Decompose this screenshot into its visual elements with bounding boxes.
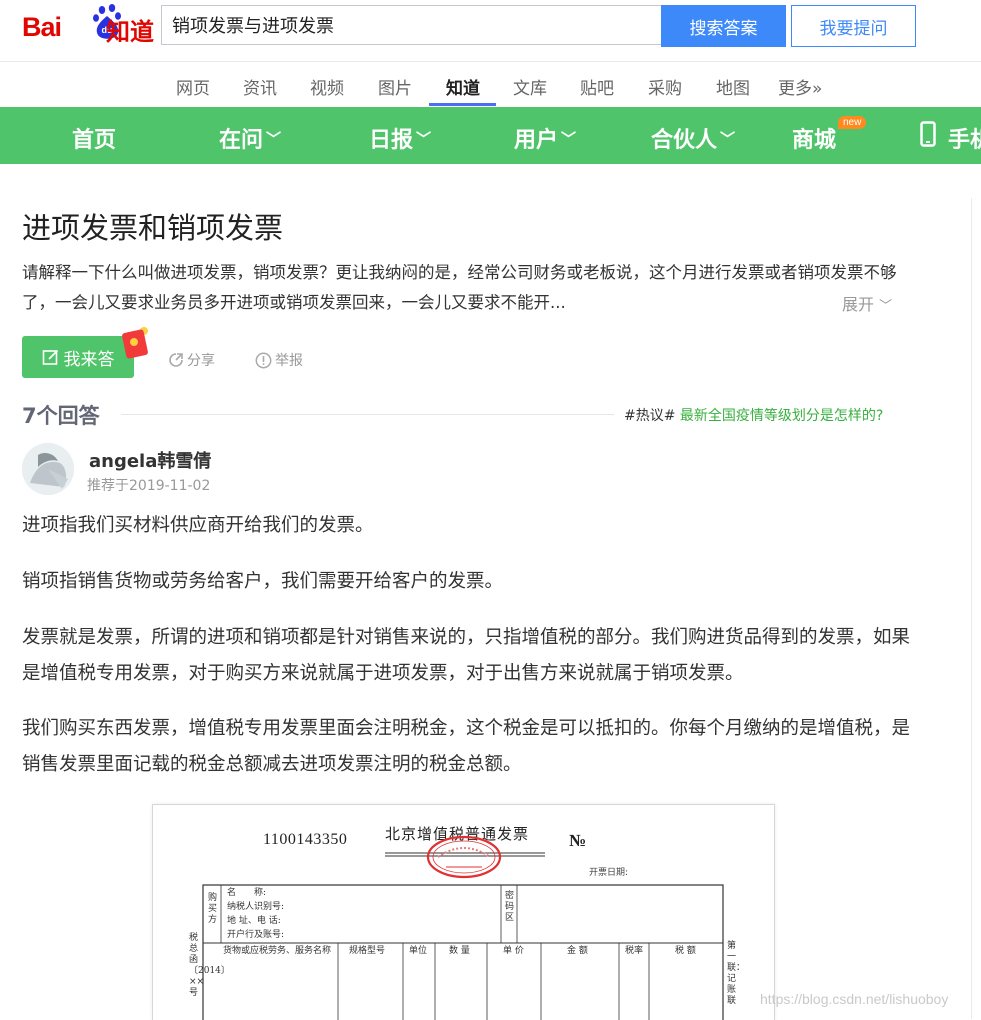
nav-partners[interactable]: 合伙人 ﹀ — [651, 122, 735, 154]
share-link[interactable]: 分享 — [168, 350, 215, 370]
chevron-down-icon: ﹀ — [720, 130, 736, 148]
red-packet-icon — [122, 327, 148, 359]
channel-video[interactable]: 视频 — [310, 74, 344, 99]
report-link[interactable]: 举报 — [255, 350, 303, 370]
search-answer-button[interactable]: 搜索答案 — [661, 5, 786, 47]
nav-users-label: 用户 — [514, 128, 559, 153]
invoice-bank-label: 开户行及账号: — [227, 930, 285, 940]
answer-date: 推荐于2019-11-02 — [87, 478, 211, 494]
warning-circle-icon — [255, 352, 272, 368]
nav-mobile-label: 手机 — [948, 128, 981, 153]
nav-mobile[interactable]: 手机 — [948, 122, 981, 154]
content-right-border — [971, 198, 972, 1019]
nav-zaiwen[interactable]: 在问 ﹀ — [219, 122, 281, 154]
chevron-down-icon: ﹀ — [879, 299, 893, 314]
invoice-address-label: 地 址、电 话: — [227, 916, 281, 926]
invoice-col-spec: 规格型号 — [349, 946, 386, 956]
answer-paragraph-1: 进项指我们买材料供应商开给我们的发票。 — [22, 515, 374, 536]
invoice-password-area-label: 密码区 — [505, 891, 515, 923]
answers-divider — [121, 414, 614, 415]
channel-map[interactable]: 地图 — [716, 74, 750, 99]
invoice-col-qty: 数 量 — [449, 946, 470, 956]
nav-partners-label: 合伙人 — [651, 128, 718, 153]
channel-zhidao[interactable]: 知道 — [446, 74, 480, 99]
baidu-zhidao-logo[interactable]: Bai du 知道 — [22, 0, 154, 46]
hot-topic-link[interactable]: 最新全国疫情等级划分是怎样的? — [680, 408, 883, 424]
hot-topic-tag: #热议# — [624, 408, 676, 424]
invoice-stamp — [426, 835, 502, 879]
nav-home-label: 首页 — [72, 128, 117, 153]
channel-caigou[interactable]: 采购 — [648, 74, 682, 99]
channel-images[interactable]: 图片 — [378, 74, 412, 99]
invoice-number: 1100143350 — [263, 831, 348, 848]
invoice-side-right: 第一联：记账联 — [727, 941, 746, 1006]
nav-ribao-label: 日报 — [369, 128, 414, 153]
expand-link[interactable]: 展开 ﹀ — [842, 291, 892, 315]
logo-zhidao-text: 知道 — [106, 18, 154, 46]
nav-zaiwen-label: 在问 — [219, 128, 264, 153]
expand-label: 展开 — [842, 295, 875, 314]
invoice-col-rate: 税率 — [625, 946, 644, 956]
chevron-down-icon: ﹀ — [266, 130, 282, 148]
question-description: 请解释一下什么叫做进项发票，销项发票？更让我纳闷的是，经常公司财务或老板说，这个… — [22, 263, 897, 312]
invoice-col-price: 单 价 — [503, 946, 524, 956]
question-title: 进项发票和销项发票 — [22, 211, 284, 245]
chevron-down-icon: ﹀ — [416, 130, 432, 148]
report-label: 举报 — [275, 353, 303, 369]
invoice-name-label: 名 称: — [227, 888, 267, 898]
nav-mall[interactable]: 商城 — [792, 122, 836, 154]
edit-icon — [42, 349, 58, 365]
answer-button-label: 我来答 — [63, 349, 115, 370]
invoice-col-unit: 单位 — [409, 946, 428, 956]
invoice-buyer-label: 购买方 — [208, 893, 218, 925]
invoice-side-left: 税总函〔2014〕××号 — [189, 933, 230, 998]
phone-icon — [920, 121, 936, 147]
share-icon — [169, 353, 183, 367]
answer-paragraph-2: 销项指销售货物或劳务给客户，我们需要开给客户的发票。 — [22, 571, 504, 592]
channel-more[interactable]: 更多» — [778, 74, 822, 99]
answer-button[interactable]: 我来答 — [22, 336, 134, 378]
answer-paragraph-3: 发票就是发票，所谓的进项和销项都是针对销售来说的，只指增值税的部分。我们购进货品… — [22, 627, 911, 684]
new-badge: new — [838, 116, 867, 129]
invoice-date-label: 开票日期: — [589, 868, 629, 878]
channel-active-indicator — [429, 103, 496, 106]
invoice-col-goods: 货物或应税劳务、服务名称 — [223, 946, 332, 956]
nav-home[interactable]: 首页 — [72, 122, 116, 154]
invoice-no-mark: № — [569, 831, 587, 850]
logo-bai-text: Bai — [22, 12, 62, 42]
nav-ribao[interactable]: 日报 ﹀ — [369, 122, 431, 154]
nav-mall-label: 商城 — [792, 128, 837, 153]
chevron-down-icon: ﹀ — [561, 130, 577, 148]
share-label: 分享 — [187, 353, 215, 369]
invoice-col-amount: 金 额 — [567, 946, 588, 956]
zhidao-nav-bar: 首页 在问﹀ 日报﹀ 用户﹀ 合伙人﹀ 商城 new 手机 — [0, 107, 981, 164]
channel-nav: 网页 资讯 视频 图片 知道 文库 贴吧 采购 地图 更多» — [0, 60, 981, 106]
answers-count: 7个回答 — [22, 404, 100, 428]
avatar[interactable] — [22, 443, 74, 495]
invoice-image[interactable]: 1100143350 北京增值税普通发票 № 开票日期: 购买方 名 称: 纳税… — [152, 804, 775, 1020]
invoice-taxid-label: 纳税人识别号: — [227, 902, 285, 912]
answer-author[interactable]: angela韩雪倩 — [89, 447, 211, 473]
hot-topic[interactable]: #热议# 最新全国疫情等级划分是怎样的? — [624, 405, 883, 425]
ask-question-button[interactable]: 我要提问 — [791, 5, 916, 47]
channel-news[interactable]: 资讯 — [243, 74, 277, 99]
answer-paragraph-4: 我们购买东西发票，增值税专用发票里面会注明税金，这个税金是可以抵扣的。你每个月缴… — [22, 718, 911, 775]
search-input[interactable] — [162, 6, 652, 44]
channel-web[interactable]: 网页 — [176, 74, 210, 99]
nav-users[interactable]: 用户 ﹀ — [514, 122, 576, 154]
avatar-image — [22, 443, 74, 495]
watermark: https://blog.csdn.net/lishuoboy — [760, 991, 949, 1007]
channel-tieba[interactable]: 贴吧 — [580, 74, 614, 99]
invoice-col-tax: 税 额 — [675, 946, 696, 956]
search-box — [161, 5, 661, 45]
channel-wenku[interactable]: 文库 — [513, 74, 547, 99]
